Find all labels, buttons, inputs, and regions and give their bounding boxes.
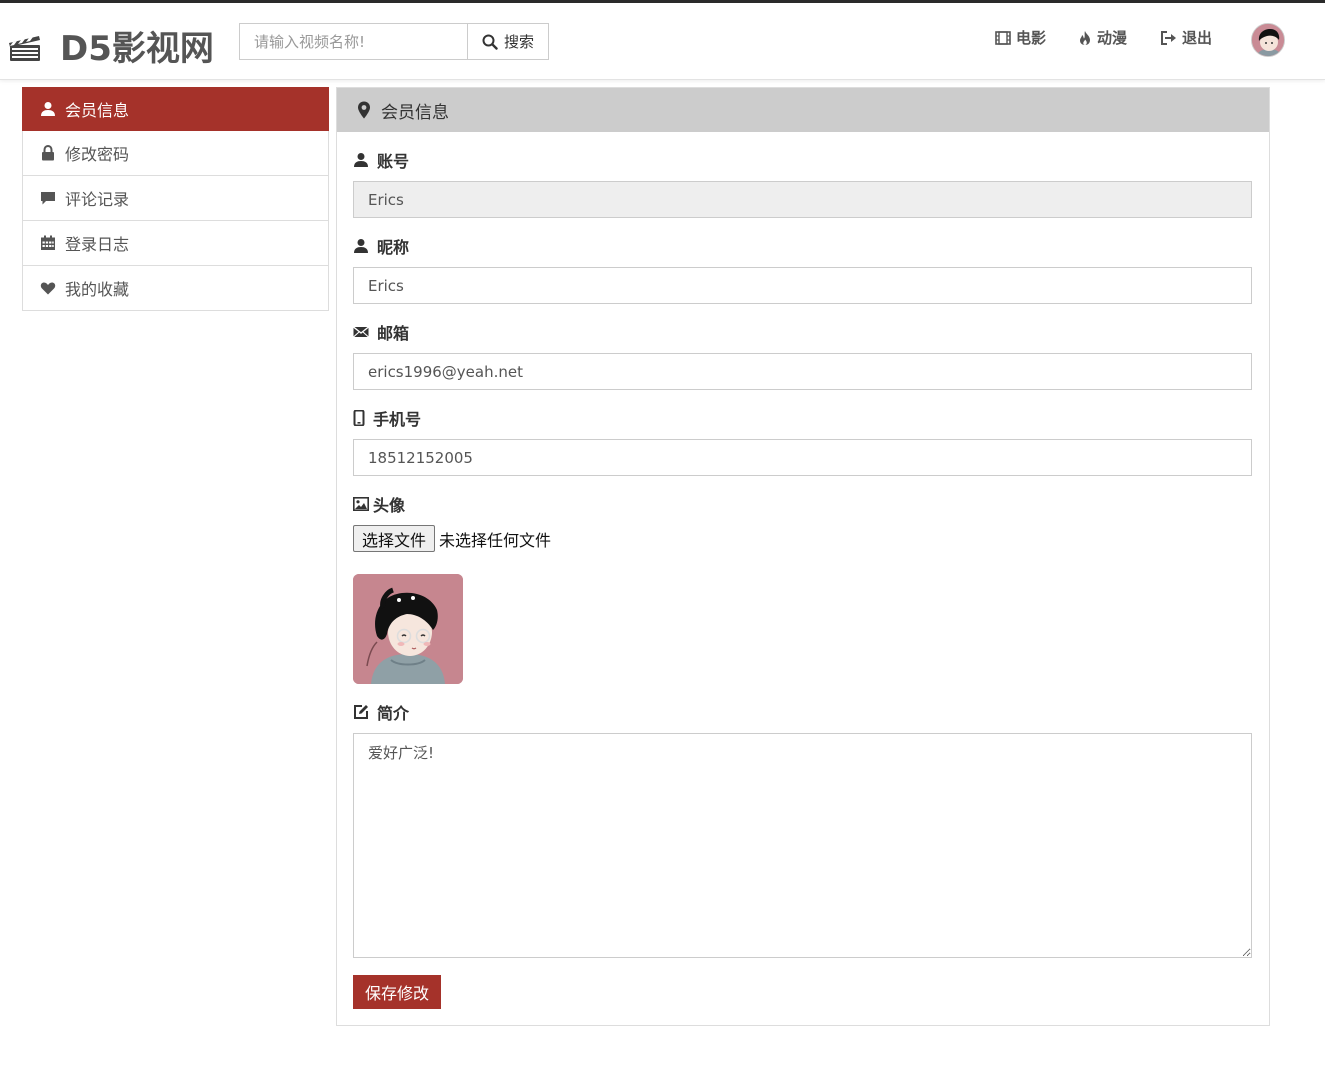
intro-label: 简介 xyxy=(353,700,409,724)
sidebar-item-change-password[interactable]: 修改密码 xyxy=(22,131,329,176)
fire-icon xyxy=(1080,30,1091,45)
sidebar-item-label: 我的收藏 xyxy=(65,280,130,299)
save-button[interactable]: 保存修改 xyxy=(353,975,441,1009)
member-info-panel: 会员信息 账号 昵称 邮箱 xyxy=(336,87,1270,1026)
account-field[interactable] xyxy=(353,181,1252,218)
user-icon xyxy=(354,239,368,253)
picture-icon xyxy=(353,497,369,511)
search-button-label: 搜索 xyxy=(503,33,534,51)
edit-icon xyxy=(354,705,368,719)
nickname-label: 昵称 xyxy=(353,234,409,258)
avatar-label-text: 头像 xyxy=(373,496,406,515)
sidebar-item-label: 会员信息 xyxy=(65,100,130,120)
sidebar-item-label: 修改密码 xyxy=(65,145,130,164)
map-marker-icon xyxy=(358,101,370,119)
search-button[interactable]: 搜索 xyxy=(467,23,549,60)
choose-file-button[interactable]: 选择文件 xyxy=(353,525,436,552)
sidebar-item-favorites[interactable]: 我的收藏 xyxy=(22,266,329,311)
search-bar: 搜索 xyxy=(239,23,549,60)
sidebar: 会员信息 修改密码 评论记录 登录日志 我的收藏 xyxy=(22,87,329,311)
nav-links: 电影 动漫 退出 xyxy=(995,27,1244,48)
brand-name: D5影视网 xyxy=(60,29,214,69)
user-avatar[interactable] xyxy=(1251,23,1285,57)
nav-link-logout[interactable]: 退出 xyxy=(1159,27,1212,48)
file-upload: 选择文件 未选择任何文件 xyxy=(353,525,551,552)
sidebar-item-login-log[interactable]: 登录日志 xyxy=(22,221,329,266)
user-icon xyxy=(41,101,55,116)
email-field[interactable] xyxy=(353,353,1252,390)
intro-label-text: 简介 xyxy=(377,704,410,723)
comment-icon xyxy=(41,192,55,205)
nav-link-anime[interactable]: 动漫 xyxy=(1078,27,1127,48)
logout-icon xyxy=(1161,30,1177,45)
phone-label: 手机号 xyxy=(353,406,421,430)
phone-field[interactable] xyxy=(353,439,1252,476)
sidebar-item-comments[interactable]: 评论记录 xyxy=(22,176,329,221)
search-icon xyxy=(482,34,498,50)
nav-link-label: 动漫 xyxy=(1097,29,1128,47)
account-label: 账号 xyxy=(353,148,409,172)
lock-icon xyxy=(42,145,54,161)
sidebar-item-label: 登录日志 xyxy=(65,235,130,254)
clapperboard-icon xyxy=(8,29,42,63)
search-input[interactable] xyxy=(239,23,467,60)
intro-textarea[interactable]: 爱好广泛! xyxy=(353,733,1252,958)
heart-icon xyxy=(40,282,56,295)
file-status: 未选择任何文件 xyxy=(439,530,552,550)
phone-label-text: 手机号 xyxy=(373,410,422,429)
email-label: 邮箱 xyxy=(353,320,409,344)
panel-heading: 会员信息 xyxy=(337,88,1269,132)
nav-link-label: 电影 xyxy=(1016,29,1047,47)
mobile-icon xyxy=(353,410,365,426)
nav-link-label: 退出 xyxy=(1182,29,1213,47)
panel-title: 会员信息 xyxy=(381,102,449,123)
nickname-label-text: 昵称 xyxy=(377,238,410,257)
account-label-text: 账号 xyxy=(377,152,410,171)
user-icon xyxy=(354,153,368,167)
avatar-preview xyxy=(353,574,463,684)
email-label-text: 邮箱 xyxy=(377,324,410,343)
avatar-label: 头像 xyxy=(353,492,405,516)
film-icon xyxy=(995,30,1011,45)
navbar: D5影视网 搜索 电影 xyxy=(0,3,1325,80)
sidebar-item-member-info[interactable]: 会员信息 xyxy=(22,87,329,131)
sidebar-item-label: 评论记录 xyxy=(65,190,130,209)
envelope-icon xyxy=(353,326,369,338)
nav-link-movies[interactable]: 电影 xyxy=(995,27,1046,48)
brand[interactable]: D5影视网 xyxy=(8,21,214,70)
calendar-icon xyxy=(41,235,55,250)
nickname-field[interactable] xyxy=(353,267,1252,304)
